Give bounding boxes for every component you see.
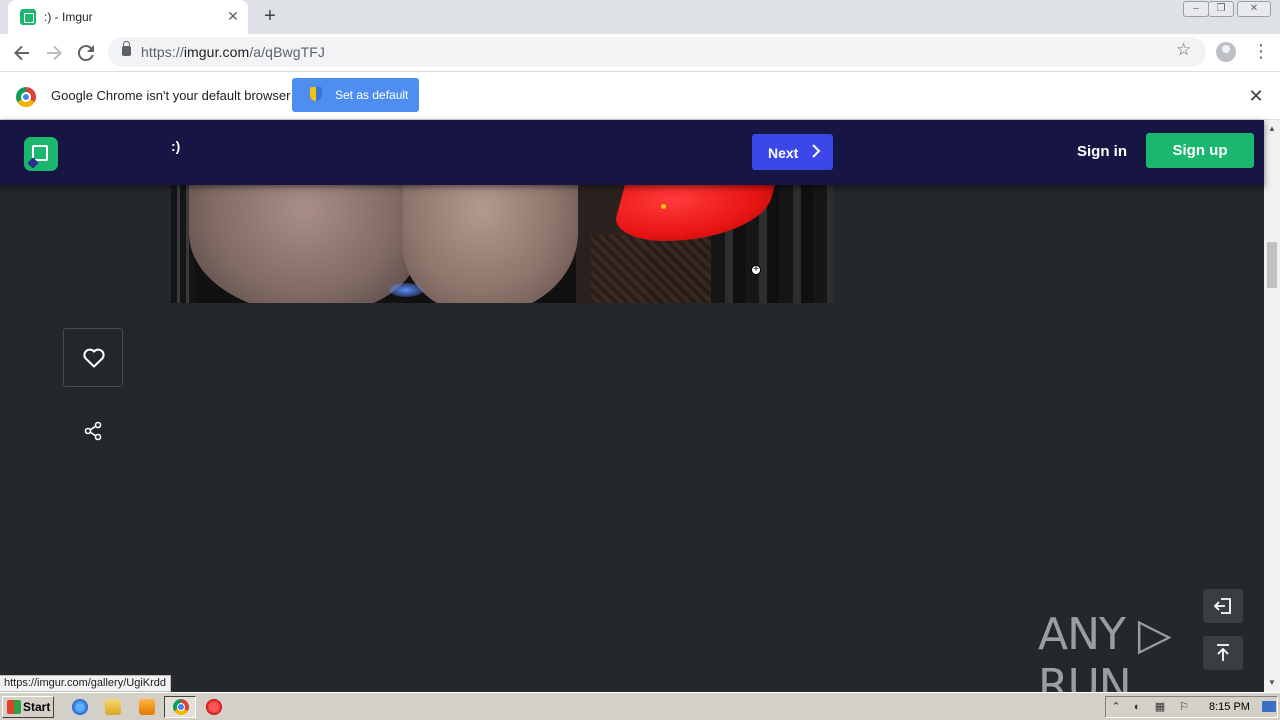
minimize-icon[interactable]: – (1183, 1, 1209, 17)
back-icon[interactable] (10, 41, 34, 65)
opera-icon[interactable] (206, 699, 222, 715)
star-icon[interactable]: ☆ (1176, 40, 1191, 60)
internet-explorer-icon[interactable] (72, 699, 88, 715)
exit-button[interactable] (1203, 589, 1243, 623)
like-button[interactable] (63, 328, 123, 387)
scroll-thumb[interactable] (1267, 242, 1277, 288)
browser-tab[interactable]: :) - Imgur ✕ (8, 0, 248, 34)
infobar-message: Google Chrome isn't your default browser (51, 88, 291, 103)
scroll-top-button[interactable] (1203, 636, 1243, 670)
exit-icon (1213, 596, 1233, 621)
action-center-flag-icon[interactable]: ⚐ (1178, 701, 1190, 713)
sign-in-link[interactable]: Sign in (1077, 143, 1127, 160)
status-bar-url: https://imgur.com/gallery/UgiKrdd (0, 675, 172, 692)
reload-icon[interactable] (74, 41, 98, 65)
heart-icon (83, 348, 105, 373)
menu-icon[interactable]: ⋮ (1252, 42, 1270, 62)
profile-icon[interactable] (1216, 42, 1236, 62)
browser-toolbar: https://imgur.com/a/qBwgTFJ ☆ ⋮ (0, 34, 1280, 72)
new-tab-button[interactable]: + (260, 6, 280, 26)
image-detail (189, 185, 419, 303)
chrome-taskbar-icon (173, 699, 189, 715)
set-as-default-button[interactable]: Set as default (292, 78, 419, 112)
default-browser-infobar: Google Chrome isn't your default browser… (0, 72, 1280, 120)
scroll-top-icon (1215, 643, 1231, 668)
window-close-icon[interactable]: ✕ (1237, 1, 1271, 17)
windows-flag-icon (7, 700, 21, 714)
shield-icon (310, 87, 322, 101)
url-host: imgur.com (183, 44, 250, 60)
post-image[interactable] (171, 185, 833, 303)
taskbar-clock[interactable]: 8:15 PM (1209, 701, 1250, 713)
folder-icon[interactable] (105, 699, 121, 715)
imgur-logo-icon[interactable] (24, 137, 58, 171)
address-bar[interactable]: https://imgur.com/a/qBwgTFJ ☆ (108, 37, 1206, 67)
media-player-icon[interactable] (139, 699, 155, 715)
page-scrollbar[interactable]: ▲ ▼ (1264, 120, 1280, 692)
chrome-icon (16, 87, 36, 107)
url-path: /a/qBwgTFJ (249, 44, 326, 60)
lock-icon[interactable] (122, 41, 131, 56)
image-detail (403, 185, 578, 303)
image-detail (661, 204, 666, 209)
tab-strip: :) - Imgur ✕ + – ❐ ✕ (0, 0, 1280, 34)
taskbar: Start ⌃ ◖ ▦ ⚐ 8:15 PM (0, 692, 1280, 720)
set-as-default-label: Set as default (335, 88, 409, 102)
volume-icon[interactable]: ◖ (1130, 701, 1142, 713)
system-tray: ⌃ ◖ ▦ ⚐ 8:15 PM (1105, 696, 1278, 718)
infobar-close-icon[interactable]: ✕ (1246, 86, 1266, 106)
next-button[interactable]: Next (752, 134, 833, 170)
cursor-icon (751, 262, 761, 278)
imgur-favicon-icon (20, 9, 36, 25)
image-detail (389, 283, 423, 297)
url-scheme: https:// (141, 44, 184, 60)
chevron-right-icon (809, 143, 823, 163)
image-detail (591, 235, 731, 303)
forward-icon[interactable] (42, 41, 66, 65)
start-label: Start (23, 700, 51, 714)
show-desktop-icon[interactable] (1262, 701, 1276, 712)
start-button[interactable]: Start (2, 696, 54, 718)
share-icon[interactable] (83, 421, 103, 441)
network-icon[interactable]: ▦ (1154, 701, 1166, 713)
tab-title: :) - Imgur (44, 10, 93, 24)
scroll-down-icon[interactable]: ▼ (1268, 678, 1276, 687)
next-label: Next (768, 145, 799, 161)
url-text[interactable]: https://imgur.com/a/qBwgTFJ (141, 44, 325, 60)
scroll-up-icon[interactable]: ▲ (1268, 124, 1276, 133)
post-title: :) (171, 138, 181, 154)
tab-close-icon[interactable]: ✕ (224, 7, 242, 25)
imgur-header: :) Next Sign in Sign up (0, 120, 1264, 185)
taskbar-chrome-button[interactable] (164, 696, 196, 718)
sign-up-button[interactable]: Sign up (1146, 133, 1254, 168)
post-content: ANY ▷ RUN (0, 185, 1264, 711)
tray-expand-icon[interactable]: ⌃ (1110, 701, 1122, 713)
restore-icon[interactable]: ❐ (1208, 1, 1234, 17)
